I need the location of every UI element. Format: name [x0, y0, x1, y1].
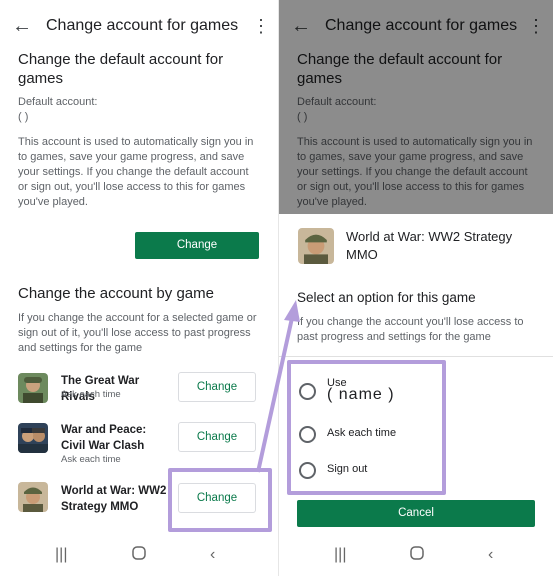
- annotation-arrow: [256, 300, 300, 473]
